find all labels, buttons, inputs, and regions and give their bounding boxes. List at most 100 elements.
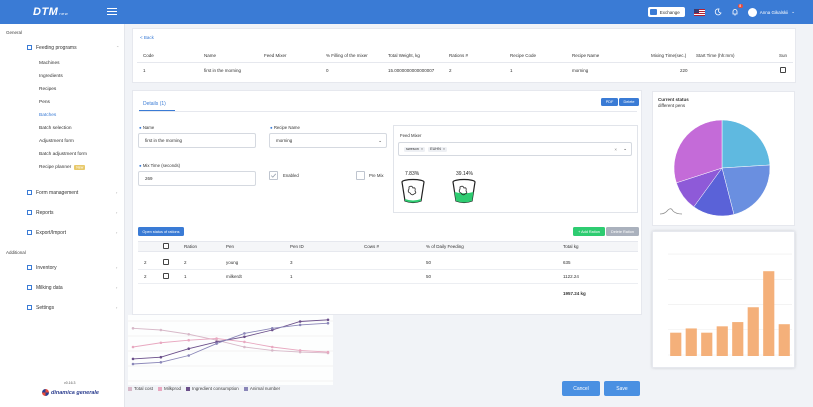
line-point[interactable]	[298, 349, 302, 352]
legend-item[interactable]: Animal number	[243, 386, 280, 391]
select-all-checkbox[interactable]	[163, 243, 169, 249]
sidebar-item-feeding-programs[interactable]: Feeding programs	[27, 45, 77, 51]
chevron-right-icon[interactable]: ›	[116, 285, 117, 290]
add-ration-button[interactable]: + Add Ration	[573, 227, 605, 236]
bar[interactable]	[747, 307, 759, 356]
app-logo[interactable]: DTMnew	[33, 6, 68, 18]
ration-row-checkbox[interactable]	[163, 259, 169, 265]
sidebar-item-form-management[interactable]: Form management	[27, 190, 78, 196]
bar[interactable]	[732, 322, 744, 356]
feed-mixer-select[interactable]: sweson × EUHN × × ⌄	[398, 142, 632, 156]
line-series[interactable]	[132, 338, 329, 353]
back-link[interactable]: < Back	[140, 35, 154, 40]
line-point[interactable]	[159, 341, 163, 345]
chevron-right-icon[interactable]: ›	[116, 305, 117, 310]
line-point[interactable]	[326, 318, 330, 322]
bar[interactable]	[685, 328, 697, 356]
sidebar-item-batches[interactable]: Batches	[39, 113, 56, 118]
sidebar-item-milking-data[interactable]: Milking data	[27, 285, 63, 291]
line-point[interactable]	[298, 320, 302, 323]
legend-item[interactable]: Total cost	[128, 386, 153, 391]
delete-batch-button[interactable]: Delete	[619, 98, 639, 106]
sidebar-item-settings[interactable]: Settings	[27, 305, 54, 311]
line-point[interactable]	[298, 323, 302, 327]
sidebar-item-ingredients[interactable]: Ingredients	[39, 74, 63, 79]
language-flag-icon[interactable]	[693, 8, 705, 16]
premix-checkbox[interactable]	[356, 171, 365, 180]
line-point[interactable]	[131, 362, 135, 366]
sidebar-item-batch-selection[interactable]: Batch selection	[39, 126, 72, 131]
line-point[interactable]	[243, 335, 246, 339]
chevron-right-icon[interactable]: ›	[116, 190, 117, 195]
line-point[interactable]	[270, 349, 274, 352]
line-point[interactable]	[187, 347, 191, 350]
line-point[interactable]	[131, 357, 135, 361]
legend-item[interactable]: Ingredient consumption	[186, 386, 239, 391]
chevron-down-icon[interactable]: ⌄	[623, 146, 627, 152]
sidebar-item-pens[interactable]: Pens	[39, 100, 50, 105]
line-point[interactable]	[187, 338, 191, 342]
pdf-button[interactable]: PDF	[601, 98, 618, 106]
line-point[interactable]	[215, 337, 218, 340]
tab-details[interactable]: Details (1)	[143, 101, 166, 107]
dark-mode-icon[interactable]	[714, 8, 722, 16]
sidebar-item-inventory[interactable]: Inventory	[27, 265, 57, 271]
sidebar-item-batch-adjustment-form[interactable]: Batch adjustment form	[39, 152, 87, 157]
sidebar-item-adjustment-form[interactable]: Adjustment form	[39, 139, 74, 144]
line-point[interactable]	[159, 328, 163, 332]
feed-mixer-tag[interactable]: EUHN ×	[428, 146, 448, 152]
line-point[interactable]	[270, 345, 274, 349]
line-series[interactable]	[132, 319, 329, 360]
feed-mixer-tag[interactable]: sweson ×	[404, 146, 426, 152]
remove-tag-icon[interactable]: ×	[421, 147, 423, 151]
sidebar-item-recipe-planner[interactable]: Recipe planner New	[39, 164, 86, 170]
recipe-select[interactable]: morning ⌄	[269, 133, 387, 148]
line-point[interactable]	[243, 332, 246, 335]
line-point[interactable]	[159, 355, 163, 359]
remove-tag-icon[interactable]: ×	[443, 147, 445, 151]
line-point[interactable]	[326, 350, 330, 354]
save-button[interactable]: Save	[604, 381, 640, 396]
sidebar-item-reports[interactable]: Reports	[27, 210, 54, 216]
line-point[interactable]	[131, 345, 135, 349]
line-point[interactable]	[187, 354, 191, 357]
open-rations-button[interactable]: Open status of rations	[138, 227, 184, 236]
line-point[interactable]	[243, 345, 246, 349]
pie-slice[interactable]	[721, 119, 771, 169]
legend-item[interactable]: Milkprod	[158, 386, 181, 391]
sidebar-item-machines[interactable]: Machines	[39, 61, 60, 66]
column-header: Feed Mixer	[264, 53, 287, 58]
bar[interactable]	[763, 271, 775, 356]
line-point[interactable]	[270, 327, 274, 330]
name-input[interactable]: first in the morning	[138, 133, 256, 148]
chevron-right-icon[interactable]: ›	[116, 230, 117, 235]
mini-trend-icon	[660, 208, 682, 215]
menu-icon[interactable]	[107, 8, 117, 15]
bar[interactable]	[716, 326, 728, 356]
line-point[interactable]	[159, 361, 163, 364]
mix-time-input[interactable]: 269	[138, 171, 256, 186]
line-point[interactable]	[243, 340, 246, 344]
chevron-right-icon[interactable]: ›	[116, 265, 117, 270]
ration-row-checkbox[interactable]	[163, 273, 169, 279]
line-point[interactable]	[215, 342, 218, 345]
sun-checkbox[interactable]	[780, 67, 786, 73]
grid-icon	[27, 45, 32, 50]
notifications-bell-icon[interactable]: 8	[731, 4, 743, 16]
bar[interactable]	[670, 332, 682, 356]
chevron-up-icon[interactable]: ⌃	[116, 45, 119, 50]
line-point[interactable]	[326, 321, 330, 325]
sidebar-item-export-import[interactable]: Export/Import	[27, 230, 66, 236]
user-menu[interactable]: Anna Gikalskii ⌄	[747, 7, 795, 17]
sidebar-item-recipes[interactable]: Recipes	[39, 87, 56, 92]
chevron-right-icon[interactable]: ›	[116, 210, 117, 215]
delete-ration-button[interactable]: Delete Ration	[606, 227, 639, 236]
bar[interactable]	[701, 332, 713, 356]
line-point[interactable]	[187, 332, 191, 336]
line-point[interactable]	[131, 327, 135, 330]
exchange-button[interactable]: Exchange	[647, 7, 685, 17]
clear-icon[interactable]: ×	[614, 147, 617, 152]
cancel-button[interactable]: Cancel	[562, 381, 600, 396]
enabled-checkbox[interactable]	[269, 171, 278, 180]
bar[interactable]	[778, 324, 790, 356]
